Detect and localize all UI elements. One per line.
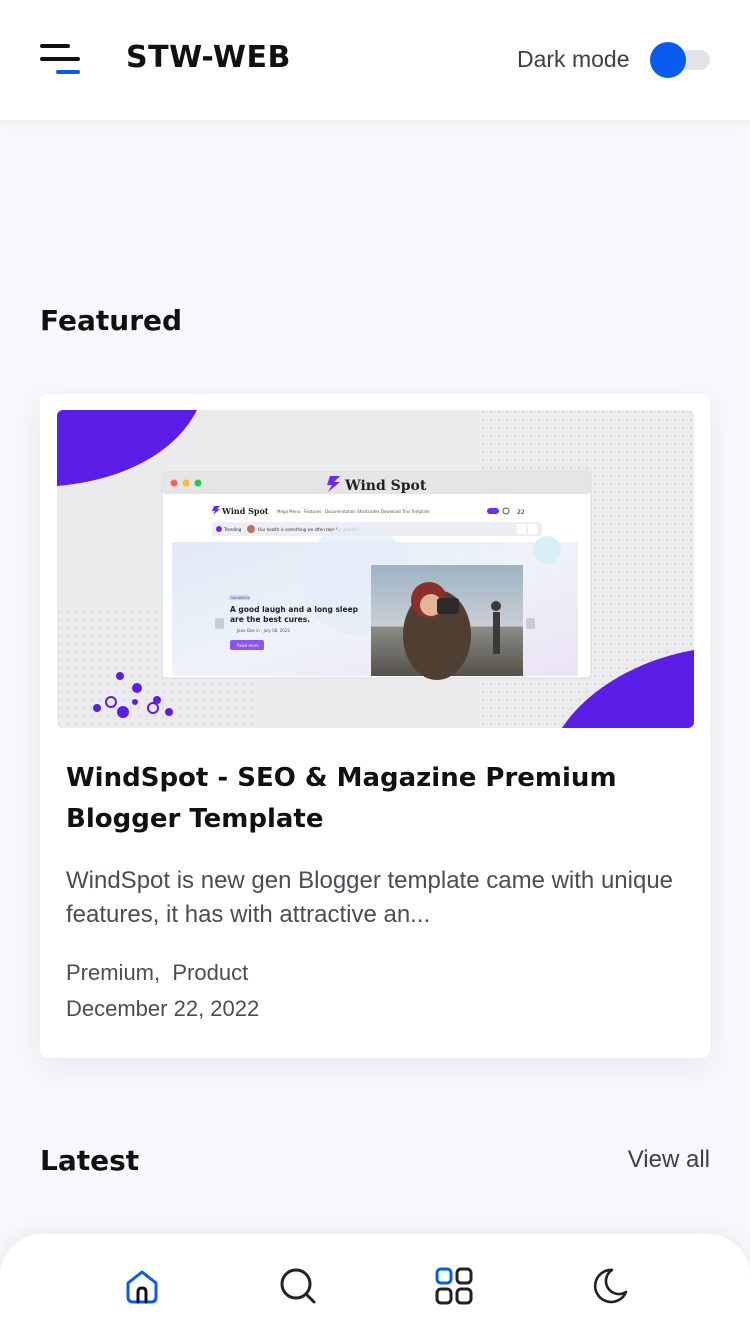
svg-text:Wind Spot: Wind Spot	[221, 506, 269, 516]
post-thumbnail[interactable]: Wind Spot Wind Spot Mega Menu · Features…	[57, 410, 694, 728]
app-header: STW-WEB Dark mode	[0, 0, 750, 120]
view-all-link[interactable]: View all	[628, 1146, 710, 1174]
featured-post-card[interactable]: Wind Spot Wind Spot Mega Menu · Features…	[40, 394, 710, 1058]
thumb-logo-text: Wind Spot	[344, 478, 427, 494]
site-brand[interactable]: STW-WEB	[126, 40, 291, 75]
latest-section-title: Latest	[40, 1144, 140, 1177]
post-tags: Premium, Product	[66, 960, 249, 985]
svg-text:Jane Doe in · July 08, 2022: Jane Doe in · July 08, 2022	[236, 628, 290, 633]
tag-premium[interactable]: Premium	[66, 960, 154, 985]
post-title[interactable]: WindSpot - SEO & Magazine Premium Blogge…	[66, 758, 666, 840]
moon-icon[interactable]	[588, 1264, 632, 1308]
bottom-nav	[0, 1234, 750, 1334]
svg-text:Read more: Read more	[237, 643, 259, 648]
featured-section-title: Featured	[40, 304, 183, 337]
svg-text:Trending: Trending	[223, 527, 242, 532]
dark-mode-toggle[interactable]	[650, 42, 710, 78]
dark-mode-label: Dark mode	[517, 46, 630, 72]
grid-icon[interactable]	[432, 1264, 476, 1308]
post-excerpt: WindSpot is new gen Blogger template cam…	[66, 867, 674, 928]
home-icon[interactable]	[120, 1264, 164, 1308]
svg-text:are the best cures.: are the best cures.	[230, 615, 310, 624]
menu-icon[interactable]	[40, 44, 82, 76]
tag-product[interactable]: Product	[172, 960, 248, 985]
post-date: December 22, 2022	[66, 996, 260, 1021]
svg-text:22: 22	[517, 509, 525, 516]
svg-text:A good laugh and a long sleep: A good laugh and a long sleep	[230, 605, 359, 614]
search-icon[interactable]	[276, 1264, 320, 1308]
svg-text:Something: Something	[231, 596, 250, 600]
svg-text:Mega Menu · Features · Docum: Mega Menu · Features · Documentation Sho…	[277, 509, 430, 514]
